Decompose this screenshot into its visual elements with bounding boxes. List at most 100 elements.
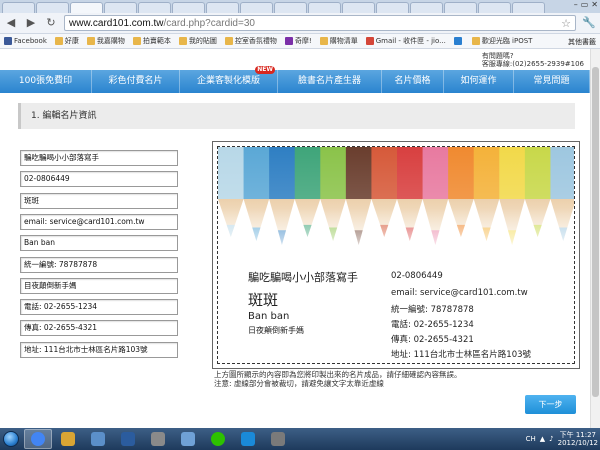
- bookmark-item[interactable]: 好康: [54, 36, 79, 46]
- bookmark-label: Facebook: [14, 37, 47, 45]
- forward-icon[interactable]: ▶: [24, 16, 38, 30]
- taskbar-app-line[interactable]: [204, 429, 232, 449]
- browser-tab[interactable]: [342, 2, 375, 13]
- help-links: 有問題嗎? 客服專線:(02)2655-2939#106: [482, 52, 584, 68]
- browser-tab[interactable]: [376, 2, 409, 13]
- bookmark-label: 奇摩!: [294, 37, 312, 45]
- browser-tab[interactable]: [444, 2, 477, 13]
- browser-tab[interactable]: [36, 2, 69, 13]
- nav-item[interactable]: 彩色付費名片: [92, 70, 180, 93]
- bookmark-label: 好康: [64, 37, 79, 45]
- taskbar-app-ie[interactable]: [234, 429, 262, 449]
- name-field[interactable]: 斑斑: [20, 192, 178, 209]
- start-button[interactable]: [0, 428, 22, 450]
- bookmark-item[interactable]: 歡迎光臨 iPOST: [471, 36, 532, 46]
- bookmark-label: 購物清單: [329, 37, 358, 45]
- taskbar-app-app5[interactable]: [144, 429, 172, 449]
- bookmark-item[interactable]: [453, 37, 464, 45]
- pencils-fade: [218, 147, 574, 259]
- bookmark-favicon-icon: [4, 37, 12, 45]
- app6-icon: [181, 432, 195, 446]
- preview-note-line2: 注意: 虛線部分會被裁切，請避免讓文字太靠近虛線: [214, 379, 384, 388]
- clock[interactable]: 下午 11:27 2012/10/12: [558, 431, 598, 447]
- help-question[interactable]: 有問題嗎?: [482, 52, 584, 60]
- bookmark-label: 控室香氛禮物: [234, 37, 277, 45]
- taskbar-app-app3[interactable]: [84, 429, 112, 449]
- card-address: 地址: 111台北市士林區名片路103號: [391, 350, 532, 360]
- bookmark-other-label: 其他書籤: [568, 38, 596, 46]
- address-bar[interactable]: www.card101.com.tw /card.php?cardid=30 ☆: [64, 15, 576, 31]
- nav-item[interactable]: 常見問題: [514, 70, 590, 93]
- tax-id-field[interactable]: 統一編號: 78787878: [20, 256, 178, 273]
- nav-item[interactable]: 名片價格: [382, 70, 444, 93]
- browser-tab[interactable]: [172, 2, 205, 13]
- close-icon[interactable]: ✕: [591, 0, 598, 9]
- nav-item[interactable]: 如何運作: [444, 70, 514, 93]
- nav-item-label: 常見問題: [533, 76, 570, 86]
- card-job-title: 日夜顛倒新手媽: [248, 326, 304, 335]
- phone-top-field[interactable]: 02-0806449: [20, 171, 178, 188]
- language-indicator[interactable]: CH: [526, 435, 536, 443]
- scrollbar-thumb[interactable]: [592, 67, 599, 397]
- browser-tab[interactable]: [2, 2, 35, 13]
- maximize-icon[interactable]: ▭: [581, 0, 589, 9]
- taskbar-app-app9[interactable]: [264, 429, 292, 449]
- clock-time: 下午 11:27: [559, 431, 597, 439]
- app9-icon: [271, 432, 285, 446]
- bookmark-item[interactable]: Facebook: [4, 37, 47, 45]
- taskbar-app-app4[interactable]: [114, 429, 142, 449]
- bookmark-item[interactable]: 控室香氛禮物: [224, 36, 277, 46]
- bookmark-other[interactable]: 其他書籤: [566, 37, 596, 47]
- bookmark-favicon-icon: [86, 37, 95, 45]
- bookmark-item[interactable]: 我的貼圖: [178, 36, 217, 46]
- bookmark-label: 我的貼圖: [188, 37, 217, 45]
- minimize-icon[interactable]: –: [574, 0, 578, 9]
- bookmark-item[interactable]: 購物清單: [319, 36, 358, 46]
- browser-tab[interactable]: [512, 2, 545, 13]
- reload-icon[interactable]: ↻: [44, 16, 58, 30]
- star-icon[interactable]: ☆: [561, 17, 571, 30]
- next-step-button[interactable]: 下一步: [525, 395, 576, 414]
- browser-tab[interactable]: [308, 2, 341, 13]
- bookmark-item[interactable]: 拍賣範本: [132, 36, 171, 46]
- preview-note: 上方圖所顯示的內容即為您將印製出來的名片成品，請仔細確認內容無誤。 注意: 虛線…: [214, 370, 462, 388]
- browser-tab[interactable]: [104, 2, 137, 13]
- taskbar-app-explorer[interactable]: [54, 429, 82, 449]
- browser-toolbar: ◀ ▶ ↻ www.card101.com.tw /card.php?cardi…: [0, 13, 600, 34]
- taskbar-app-chrome[interactable]: [24, 429, 52, 449]
- page-scrollbar[interactable]: [590, 49, 600, 428]
- window-controls: – ▭ ✕: [574, 0, 598, 9]
- browser-tab[interactable]: [240, 2, 273, 13]
- app5-icon: [151, 432, 165, 446]
- nav-item-label: 臉書名片產生器: [297, 76, 361, 86]
- bookmark-item[interactable]: Gmail - 收件匣 - jio...: [365, 36, 446, 46]
- nav-item-label: 如何運作: [460, 76, 497, 86]
- bookmark-item[interactable]: 我嘉購物: [86, 36, 125, 46]
- address-field[interactable]: 地址: 111台北市士林區名片路103號: [20, 341, 178, 358]
- browser-tab[interactable]: [274, 2, 307, 13]
- browser-tab[interactable]: [138, 2, 171, 13]
- browser-tab[interactable]: [410, 2, 443, 13]
- windows-logo-icon: [3, 431, 19, 447]
- fax-field[interactable]: 傳真: 02-2655-4321: [20, 320, 178, 337]
- nav-item-label: 100張免費印: [18, 76, 73, 86]
- email-field[interactable]: email: service@card101.com.tw: [20, 213, 178, 230]
- browser-tab[interactable]: [70, 2, 103, 13]
- browser-tab[interactable]: [206, 2, 239, 13]
- network-icon[interactable]: ▲: [540, 435, 545, 443]
- wrench-icon[interactable]: 🔧: [582, 16, 596, 30]
- tagline-field[interactable]: 騙吃騙喝小小部落寫手: [20, 150, 178, 166]
- bookmark-item[interactable]: 奇摩!: [284, 36, 312, 46]
- job-title-field[interactable]: 目夜顛倒新手媽: [20, 277, 178, 294]
- bookmarks-bar: Facebook 好康 我嘉購物 拍賣範本 我的貼圖 控室香氛禮物 奇摩! 購物清單 Gmail…: [0, 34, 600, 49]
- taskbar-app-app6[interactable]: [174, 429, 202, 449]
- nav-item[interactable]: 企業客製化模版 NEW: [180, 66, 278, 93]
- volume-icon[interactable]: ♪: [549, 435, 553, 443]
- nav-item[interactable]: 100張免費印: [0, 70, 92, 93]
- nav-item[interactable]: 臉書名片產生器: [278, 70, 382, 93]
- tel-field[interactable]: 電話: 02-2655-1234: [20, 299, 178, 316]
- browser-tab[interactable]: [478, 2, 511, 13]
- back-icon[interactable]: ◀: [4, 16, 18, 30]
- main-navbar: 100張免費印 彩色付費名片 企業客製化模版 NEW 臉書名片產生器 名片價格 如何運作 常見…: [0, 66, 590, 93]
- name-en-field[interactable]: Ban ban: [20, 235, 178, 252]
